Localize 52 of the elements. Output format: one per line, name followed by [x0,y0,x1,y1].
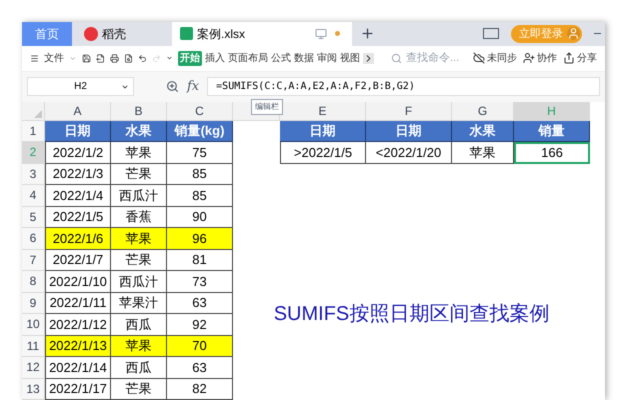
table-cell: 西瓜 [111,314,167,336]
caption-text: SUMIFS按照日期区间查找案例 [274,302,550,327]
table-cell: 90 [167,206,233,228]
tab-label: 稻壳 [102,26,126,43]
header-cell: 销量(kg) [167,120,233,142]
header-cell: 日期 [366,120,452,142]
table-cell: 西瓜汁 [111,271,167,292]
table-cell: 2022/1/5 [45,206,111,228]
header-cell: 水果 [452,120,514,142]
table-cell: 苹果 [111,142,167,164]
table-cell: <2022/1/20 [366,142,452,164]
table-cell: 2022/1/6 [45,228,111,250]
table-cell: 苹果 [452,142,514,164]
table-cell: 2022/1/14 [45,357,111,378]
tab-label: 案例.xlsx [197,26,245,43]
header-cell: 销量 [514,120,590,142]
table-cell: 92 [167,314,233,336]
table-cell: 2022/1/3 [45,164,111,185]
header-cell: 水果 [111,120,167,142]
header-cell: 日期 [280,120,366,142]
table-cell: 82 [167,378,233,400]
table-cell: 2022/1/13 [45,336,111,357]
table-cell: 81 [167,250,233,271]
table-cell: 香蕉 [111,206,167,228]
table-cell: 西瓜汁 [111,185,167,206]
table-cell: 西瓜 [111,357,167,378]
table-cell: >2022/1/5 [280,142,366,164]
table-cell: 苹果 [111,228,167,250]
table-cell: 2022/1/10 [45,271,111,292]
table-cell: 2022/1/7 [45,250,111,271]
table-cell: 73 [167,271,233,292]
table-cell: 芒果 [111,250,167,271]
table-cell: 63 [167,357,233,378]
table-cell: 75 [167,142,233,164]
table-cell: 2022/1/4 [45,185,111,206]
table-cell: 苹果汁 [111,292,167,314]
table-cell: 2022/1/12 [45,314,111,336]
table-cell: 85 [167,164,233,185]
table-cell: 芒果 [111,378,167,400]
tab-label: 首页 [35,26,59,43]
table-cell: 2022/1/2 [45,142,111,164]
table-cell: 63 [167,292,233,314]
table-cell: 2022/1/17 [45,378,111,400]
table-cell: 96 [167,228,233,250]
table-cell: 85 [167,185,233,206]
table-cell: 166 [514,142,590,164]
table-cell: 芒果 [111,164,167,185]
table-cell: 70 [167,336,233,357]
table-cell: 苹果 [111,336,167,357]
header-cell: 日期 [45,120,111,142]
tooltip: 编辑栏 [251,98,283,114]
table-cell: 2022/1/11 [45,292,111,314]
